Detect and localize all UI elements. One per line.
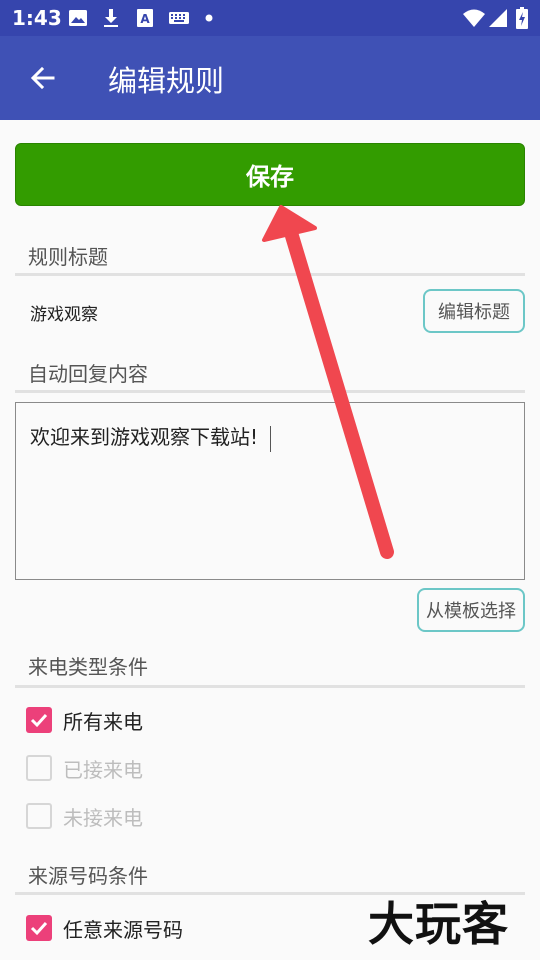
divider [15,390,525,393]
text-cursor [270,425,272,452]
checkbox-checked-icon[interactable] [26,707,52,733]
auto-reply-heading: 自动回复内容 [28,362,148,386]
watermark-logo: 大玩客 [368,897,509,951]
checkbox-label: 所有来电 [63,709,143,734]
source-number-heading: 来源号码条件 [28,864,148,888]
arrow-back-icon[interactable] [22,58,62,98]
checkbox-any-source[interactable]: 任意来源号码 [26,913,183,943]
download-icon [102,8,120,28]
divider [15,685,525,688]
auto-reply-textarea[interactable]: 欢迎来到游戏观察下载站! [15,402,525,580]
checkbox-unchecked-icon[interactable] [26,803,52,829]
save-button[interactable]: 保存 [15,143,525,206]
checkbox-checked-icon[interactable] [26,915,52,941]
page-title: 编辑规则 [108,64,225,98]
rule-title-heading: 规则标题 [28,245,108,269]
edit-title-button[interactable]: 编辑标题 [423,289,525,333]
wifi-icon [462,8,486,28]
rule-title-value: 游戏观察 [30,305,98,325]
text-a-icon: A [136,8,154,28]
keyboard-icon [168,8,190,28]
checkbox-answered-calls[interactable]: 已接来电 [26,753,143,783]
checkbox-label: 未接来电 [63,805,143,830]
status-bar: 1:43 A [0,0,540,36]
auto-reply-text: 欢迎来到游戏观察下载站! [30,425,259,449]
checkbox-all-calls[interactable]: 所有来电 [26,705,143,735]
dot-icon [204,8,214,28]
image-icon [68,8,88,28]
checkbox-label: 任意来源号码 [63,917,183,942]
app-bar: 编辑规则 [0,36,540,120]
signal-icon [488,8,508,28]
svg-text:A: A [140,12,150,26]
status-time: 1:43 [12,6,62,30]
call-type-heading: 来电类型条件 [28,655,148,679]
checkbox-unchecked-icon[interactable] [26,755,52,781]
checkbox-label: 已接来电 [63,757,143,782]
choose-template-button[interactable]: 从模板选择 [417,588,525,632]
battery-icon [516,7,528,29]
checkbox-missed-calls[interactable]: 未接来电 [26,801,143,831]
divider [15,273,525,276]
